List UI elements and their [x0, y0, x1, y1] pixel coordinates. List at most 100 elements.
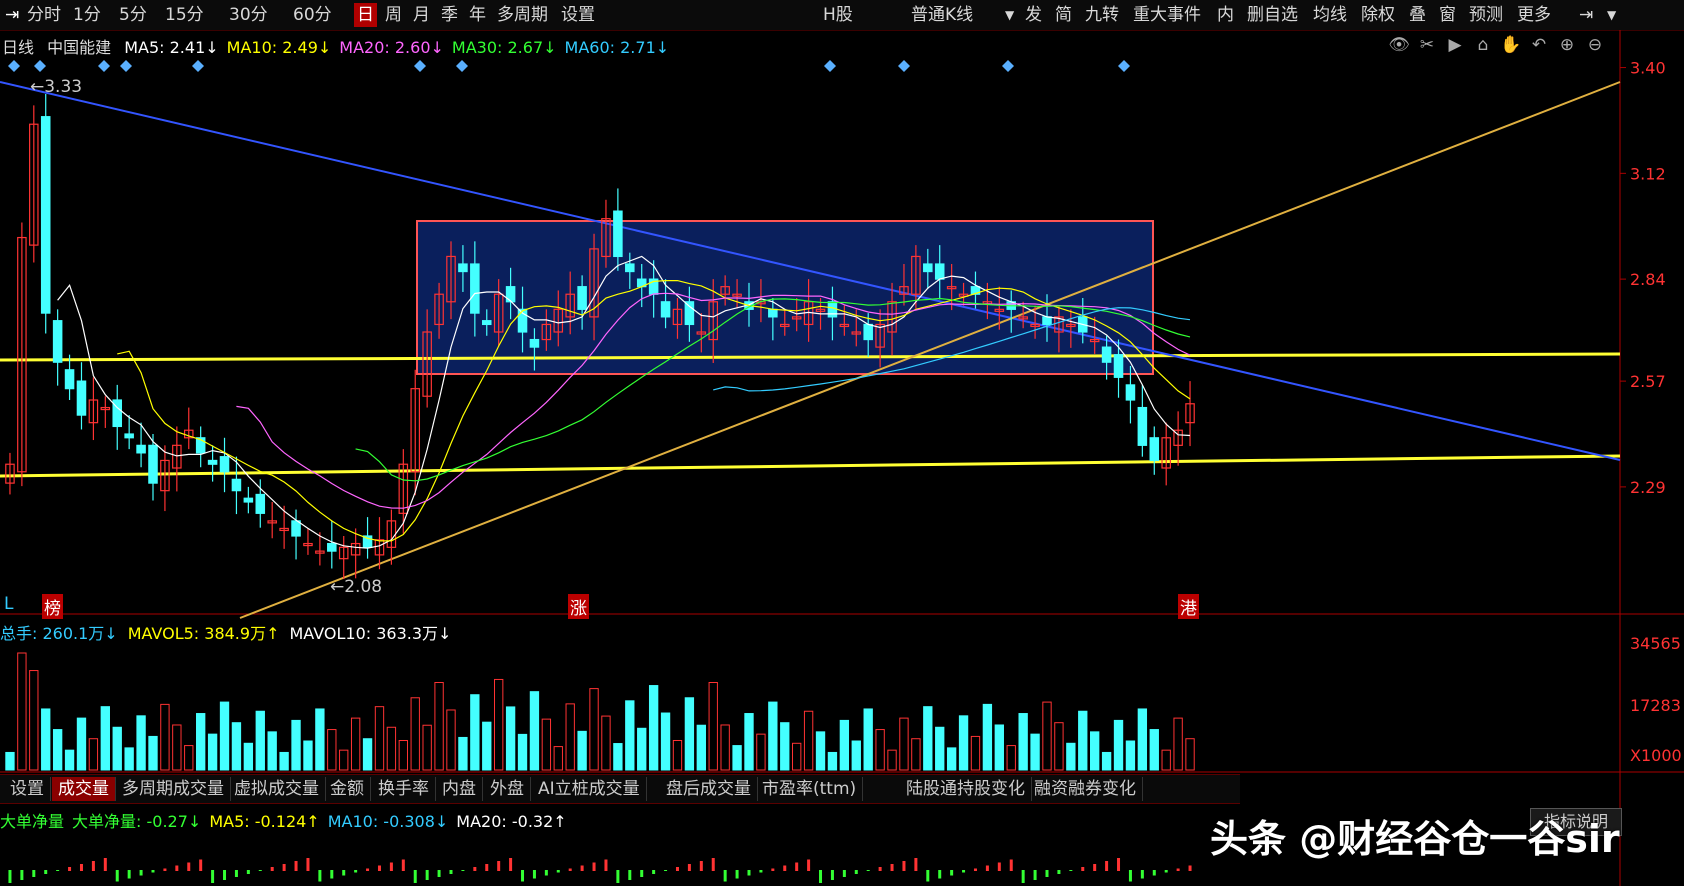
volume-bar [970, 735, 981, 771]
event-diamond-icon [456, 60, 468, 72]
netflow-bar [497, 861, 501, 871]
candle-body [124, 433, 134, 439]
indicator-tab-7[interactable]: 外盘 [484, 777, 531, 801]
indicator-tab-1[interactable]: 成交量 [52, 777, 116, 801]
netflow-bar [664, 870, 668, 871]
netflow-bar [938, 870, 942, 879]
indicator-tab-11[interactable]: 陆股通持股变化 [900, 777, 1032, 801]
marker-zhang[interactable]: 涨 [568, 594, 589, 619]
netflow-bar [854, 870, 858, 874]
marker-gang[interactable]: 港 [1178, 594, 1199, 619]
volume-bar [494, 678, 504, 771]
volume-bar [17, 652, 27, 771]
netflow-bar [68, 867, 72, 871]
volume-bar [339, 749, 349, 771]
netflow-bar [461, 870, 465, 871]
netflow-bar [366, 868, 370, 871]
netflow-label-0: 大单净量 [0, 812, 65, 831]
indicator-tab-3[interactable]: 虚拟成交量 [228, 777, 326, 801]
price-tick-label: 2.84 [1630, 270, 1666, 289]
netflow-bar [342, 870, 346, 876]
candle-body [231, 478, 242, 492]
indicator-tab-6[interactable]: 内盘 [436, 777, 483, 801]
candle-body [660, 301, 671, 318]
volume-bar [29, 670, 39, 771]
event-diamond-icon [192, 60, 204, 72]
volume-bar [386, 726, 397, 771]
candle-body [1113, 354, 1124, 378]
netflow-bar [521, 870, 525, 882]
volume-bar [1042, 701, 1052, 771]
candle-body [458, 263, 468, 273]
volume-bar [52, 729, 63, 771]
netflow-bar [294, 861, 298, 871]
marker-left: L [4, 594, 14, 614]
netflow-bar [914, 858, 918, 871]
netflow-bar [640, 870, 644, 877]
volume-tick-label: 34565 [1630, 634, 1681, 653]
netflow-bar [187, 862, 191, 871]
volume-bar [684, 697, 695, 771]
netflow-bar [389, 862, 393, 871]
volume-bar [911, 738, 921, 771]
netflow-bar [604, 859, 608, 871]
candle-body [1137, 406, 1148, 446]
volume-bar [1185, 738, 1195, 771]
indicator-tab-8[interactable]: AI立桩成交量 [532, 777, 647, 801]
indicator-tab-10[interactable]: 市盈率(ttm) [756, 777, 864, 801]
netflow-bar [79, 864, 83, 871]
downtrend-line [0, 81, 1621, 461]
netflow-bar [258, 870, 262, 871]
netflow-bar [616, 870, 620, 883]
volume-tick-label: 17283 [1630, 696, 1681, 715]
volume-bar [398, 739, 408, 771]
volume-tick-label: X1000 [1630, 746, 1682, 765]
candle-body [613, 210, 623, 258]
volume-bar [374, 706, 385, 771]
volume-label-2: MAVOL10: 363.3万↓ [289, 624, 452, 643]
indicator-tab-5[interactable]: 换手率 [372, 777, 436, 801]
support-line-lower [0, 454, 1621, 478]
candle-body [52, 320, 63, 363]
volume-bar [505, 706, 516, 771]
indicator-tab-12[interactable]: 融资融券变化 [1028, 777, 1143, 801]
volume-bar [625, 700, 635, 771]
indicator-tab-4[interactable]: 金额 [324, 777, 371, 801]
netflow-bar [8, 870, 12, 883]
indicator-tab-2[interactable]: 多周期成交量 [116, 777, 231, 801]
netflow-bar [1081, 867, 1085, 871]
netflow-bar [20, 870, 24, 880]
candle-body [481, 320, 492, 326]
consolidation-box [416, 220, 1154, 375]
netflow-bar [568, 868, 572, 871]
netflow-bar [211, 870, 215, 883]
marker-bang[interactable]: 榜 [42, 594, 63, 619]
netflow-bar [1057, 870, 1061, 874]
volume-bar [577, 730, 587, 771]
volume-bar [422, 724, 432, 771]
volume-bar [64, 749, 75, 771]
volume-bar [219, 701, 230, 771]
candle-body [291, 520, 301, 537]
volume-bar [899, 717, 909, 771]
netflow-bar [759, 870, 763, 873]
volume-bar [1125, 740, 1136, 771]
candle-body [255, 493, 266, 514]
indicator-tab-9[interactable]: 盘后成交量 [660, 777, 758, 801]
netflow-bar [139, 870, 143, 876]
netflow-bar [1093, 864, 1097, 871]
volume-bar [768, 701, 778, 771]
netflow-bar [675, 867, 679, 871]
event-diamond-icon [1002, 60, 1014, 72]
price-chart[interactable]: 3.40 3.12 2.84 2.57 2.29 34565 17283 X1000 ←3.… [0, 0, 1684, 886]
netflow-bar [1069, 870, 1073, 871]
candle-body [64, 369, 75, 390]
netflow-bar [795, 862, 799, 871]
volume-bar [446, 709, 456, 771]
netflow-bar [44, 870, 48, 874]
netflow-bar [175, 865, 179, 871]
netflow-bar [485, 864, 489, 871]
netflow-bar [56, 870, 60, 871]
indicator-tab-0[interactable]: 设置 [4, 777, 51, 801]
netflow-bar [1105, 861, 1109, 871]
